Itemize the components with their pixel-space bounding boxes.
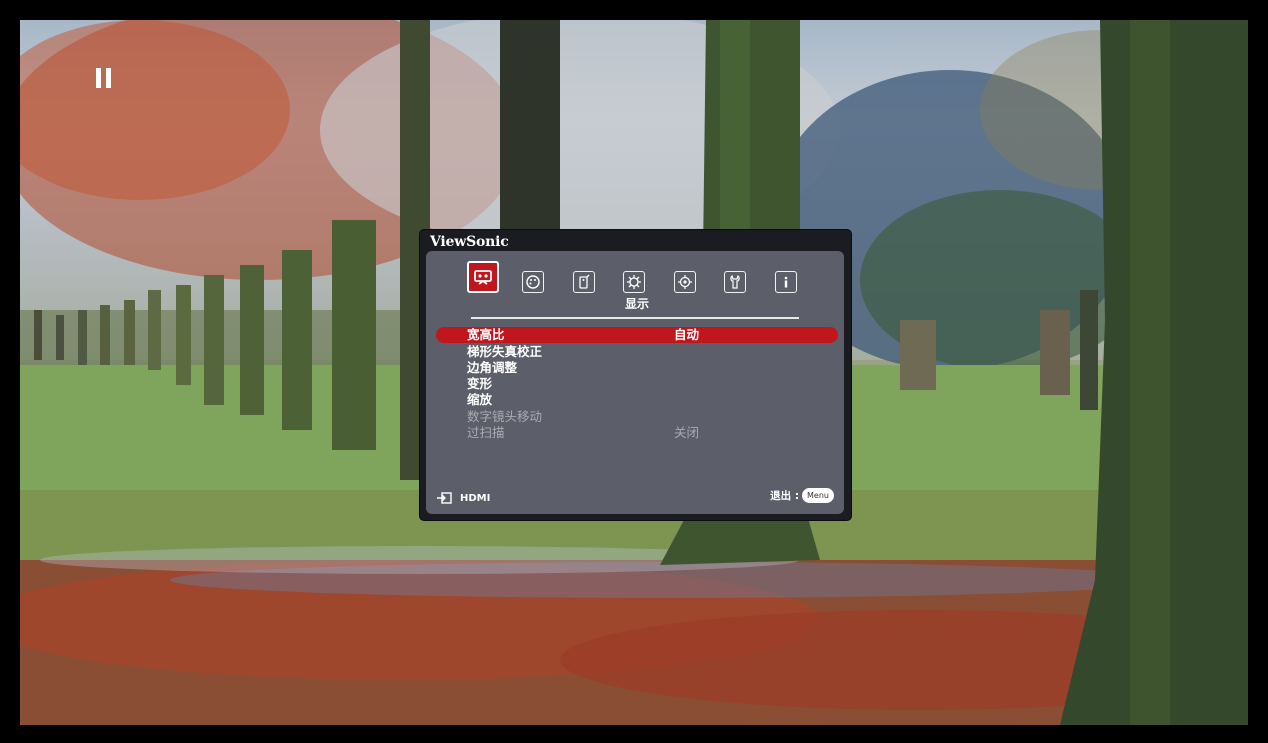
picture-palette-icon: [526, 275, 540, 289]
tab-system[interactable]: [724, 271, 746, 293]
menu-item-label: 宽高比: [467, 327, 505, 342]
menu-item-label: 变形: [467, 376, 493, 391]
menu-item-label: 数字镜头移动: [467, 409, 543, 424]
tab-picture[interactable]: [522, 271, 544, 293]
input-source-icon: [437, 492, 452, 504]
basic-settings-gear-icon: [627, 275, 641, 289]
menu-item-warp[interactable]: 变形: [436, 376, 838, 392]
tab-information[interactable]: [775, 271, 797, 293]
exit-label: 退出 :: [770, 490, 800, 502]
menu-item-label: 边角调整: [467, 360, 518, 375]
tab-display[interactable]: [467, 261, 499, 293]
system-wrench-icon: [730, 274, 740, 289]
menu-item-value: 关闭: [674, 425, 700, 440]
menu-panel: 显示 宽高比 自动 梯形失真校正 边角调整 变形 缩放 数字镜头移动 过扫描 关…: [426, 251, 844, 514]
menu-item-keystone[interactable]: 梯形失真校正: [436, 344, 838, 360]
audio-remote-icon: [579, 274, 590, 289]
menu-item-digital-lens-shift: 数字镜头移动: [436, 409, 838, 425]
pause-icon: [96, 68, 112, 88]
osd-menu: ViewSonic 显示 宽高比 自动 梯形失真校正 边角调整 变形 缩放 数字…: [420, 230, 851, 520]
input-source: HDMI: [436, 491, 490, 505]
menu-button-pill[interactable]: Menu: [802, 488, 834, 503]
menu-divider: [471, 317, 799, 319]
advanced-settings-gear-icon: [678, 275, 692, 289]
menu-item-overscan: 过扫描 关闭: [436, 425, 838, 441]
menu-item-label: 梯形失真校正: [467, 344, 543, 359]
menu-item-value: 自动: [674, 327, 700, 342]
input-source-label: HDMI: [460, 492, 491, 504]
tab-advanced-settings[interactable]: [674, 271, 696, 293]
tab-audio[interactable]: [573, 271, 595, 293]
menu-item-label: 过扫描: [467, 425, 505, 440]
information-icon: [784, 276, 788, 288]
menu-item-zoom[interactable]: 缩放: [436, 392, 838, 408]
display-icon: [474, 270, 492, 285]
menu-item-corner-adjust[interactable]: 边角调整: [436, 360, 838, 376]
tab-basic-settings[interactable]: [623, 271, 645, 293]
exit-hint: 退出 : Menu: [770, 488, 834, 503]
menu-item-aspect-ratio[interactable]: 宽高比 自动: [436, 327, 838, 343]
active-tab-title: 显示: [624, 297, 649, 311]
menu-item-label: 缩放: [467, 392, 493, 407]
brand-logo: ViewSonic: [430, 234, 509, 250]
